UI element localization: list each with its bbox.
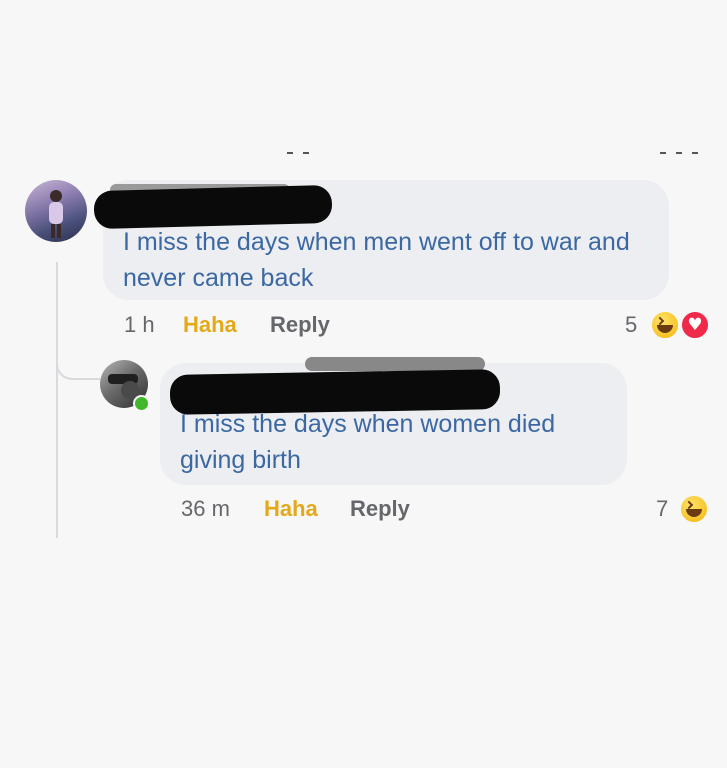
comment-timestamp[interactable]: 1 h <box>124 312 155 338</box>
reply-button[interactable]: Reply <box>350 496 410 522</box>
haha-icon[interactable] <box>650 310 680 340</box>
thread-line <box>56 262 58 538</box>
reaction-count[interactable]: 5 <box>625 312 637 338</box>
divider-mark <box>660 152 666 154</box>
divider-mark <box>287 152 293 154</box>
divider-mark <box>676 152 682 154</box>
love-icon[interactable]: ♥ <box>680 310 710 340</box>
redacted-author-name <box>93 184 333 230</box>
comment-text: I miss the days when women died giving b… <box>180 410 556 474</box>
avatar-photo <box>49 190 63 238</box>
reply-button[interactable]: Reply <box>270 312 330 338</box>
avatar[interactable] <box>25 180 87 242</box>
haha-reaction-button[interactable]: Haha <box>183 312 237 338</box>
reaction-count[interactable]: 7 <box>656 496 668 522</box>
haha-reaction-button[interactable]: Haha <box>264 496 318 522</box>
divider-mark <box>303 152 309 154</box>
comment-text: I miss the days when men went off to war… <box>123 228 630 292</box>
haha-icon[interactable] <box>679 494 709 524</box>
thread-connector <box>56 358 100 380</box>
comment-timestamp[interactable]: 36 m <box>181 496 230 522</box>
online-status-indicator <box>133 395 150 412</box>
divider-mark <box>692 152 698 154</box>
